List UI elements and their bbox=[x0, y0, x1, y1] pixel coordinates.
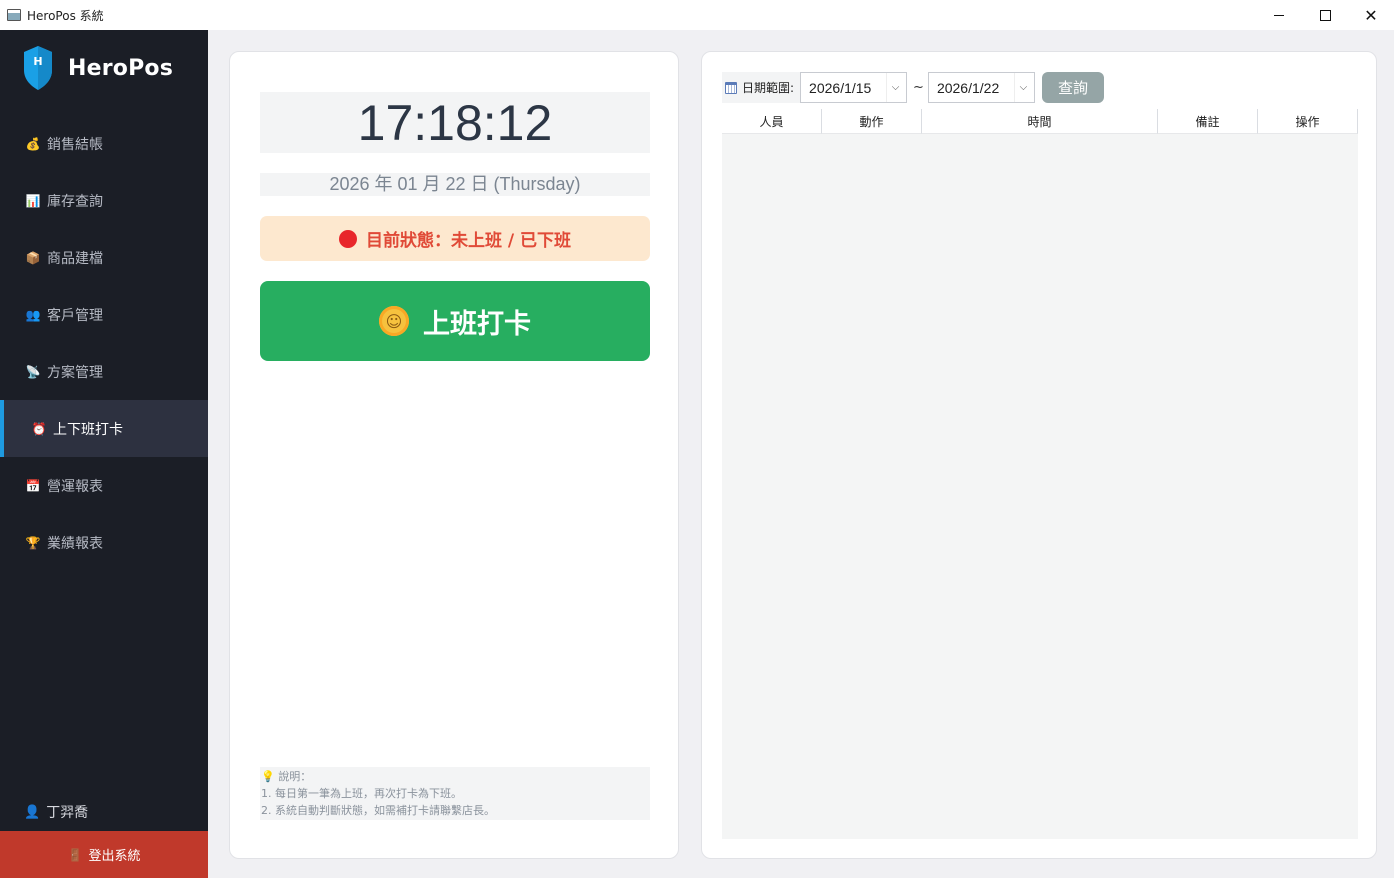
user-name: 丁羿喬 bbox=[46, 805, 89, 821]
end-date-value: 2026/1/22 bbox=[936, 79, 1000, 96]
sidebar-item-label: 方案管理 bbox=[47, 364, 103, 381]
date-filter: 日期範圍: 2026/1/15 ⌵ ~ 2026/1/22 ⌵ 查詢 bbox=[722, 72, 1104, 103]
satellite-icon: 📡 bbox=[25, 364, 41, 379]
brand: H HeroPos bbox=[22, 44, 173, 92]
start-date-picker[interactable]: 2026/1/15 ⌵ bbox=[800, 72, 908, 103]
maximize-button[interactable] bbox=[1302, 0, 1348, 30]
sidebar-item-label: 商品建檔 bbox=[47, 250, 103, 267]
date-range-label: 日期範圍: bbox=[722, 72, 801, 103]
column-header-operations[interactable]: 操作 bbox=[1258, 109, 1358, 134]
table-header: 人員 動作 時間 備註 操作 bbox=[722, 109, 1358, 134]
sidebar-item-label: 庫存查詢 bbox=[47, 193, 103, 210]
sidebar-item-label: 客戶管理 bbox=[47, 307, 103, 324]
date-separator: ~ bbox=[913, 80, 924, 95]
status-text: 目前狀態：未上班 / 已下班 bbox=[365, 231, 572, 251]
sidebar-item-plans[interactable]: 📡 方案管理 bbox=[0, 343, 208, 400]
sidebar-item-label: 上下班打卡 bbox=[53, 421, 123, 438]
app-icon bbox=[7, 9, 21, 21]
current-time: 17:18:12 bbox=[260, 92, 650, 153]
chart-icon: 📊 bbox=[25, 193, 41, 208]
clock-in-button[interactable]: ☺ 上班打卡 bbox=[260, 281, 650, 361]
date-range-text: 日期範圍: bbox=[742, 81, 795, 95]
sidebar-item-label: 業績報表 bbox=[47, 535, 103, 552]
user-icon: 👤 bbox=[24, 804, 41, 820]
trophy-icon: 🏆 bbox=[25, 535, 41, 550]
attendance-table: 人員 動作 時間 備註 操作 bbox=[722, 109, 1358, 839]
sidebar-nav: 💰 銷售結帳 📊 庫存查詢 📦 商品建檔 👥 客戶管理 📡 方案管理 ⏰ 上下班… bbox=[0, 115, 208, 571]
sidebar-item-products[interactable]: 📦 商品建檔 bbox=[0, 229, 208, 286]
people-icon: 👥 bbox=[25, 307, 41, 322]
close-button[interactable]: ✕ bbox=[1348, 0, 1394, 30]
sidebar-item-customers[interactable]: 👥 客戶管理 bbox=[0, 286, 208, 343]
records-panel: 日期範圍: 2026/1/15 ⌵ ~ 2026/1/22 ⌵ 查詢 人員 動作… bbox=[701, 51, 1377, 859]
logo-letter: H bbox=[33, 55, 42, 68]
logout-button[interactable]: 🚪 登出系統 bbox=[0, 831, 208, 878]
door-icon: 🚪 bbox=[67, 847, 83, 862]
minimize-button[interactable] bbox=[1256, 0, 1302, 30]
sidebar-item-label: 營運報表 bbox=[47, 478, 103, 495]
money-bag-icon: 💰 bbox=[25, 136, 41, 151]
sidebar-item-performance-report[interactable]: 🏆 業績報表 bbox=[0, 514, 208, 571]
red-circle-icon bbox=[338, 229, 357, 248]
sidebar-item-time-clock[interactable]: ⏰ 上下班打卡 bbox=[0, 400, 208, 457]
instructions-note: 💡 說明： 1. 每日第一筆為上班，再次打卡為下班。 2. 系統自動判斷狀態，如… bbox=[260, 767, 650, 820]
clock-panel: 17:18:12 2026 年 01 月 22 日 (Thursday) 目前狀… bbox=[229, 51, 679, 859]
status-banner: 目前狀態：未上班 / 已下班 bbox=[260, 216, 650, 261]
column-header-time[interactable]: 時間 bbox=[922, 109, 1158, 134]
sidebar-item-sales-checkout[interactable]: 💰 銷售結帳 bbox=[0, 115, 208, 172]
sidebar-item-label: 銷售結帳 bbox=[47, 136, 103, 153]
sidebar-item-operations-report[interactable]: 📅 營運報表 bbox=[0, 457, 208, 514]
sidebar: H HeroPos 💰 銷售結帳 📊 庫存查詢 📦 商品建檔 👥 客戶管理 📡 … bbox=[0, 30, 208, 878]
note-line-2: 2. 系統自動判斷狀態，如需補打卡請聯繫店長。 bbox=[261, 804, 495, 817]
clock-in-label: 上班打卡 bbox=[423, 308, 531, 340]
sun-face-icon: ☺ bbox=[379, 306, 409, 336]
note-line-1: 1. 每日第一筆為上班，再次打卡為下班。 bbox=[261, 787, 462, 800]
calendar-icon bbox=[725, 81, 737, 94]
package-icon: 📦 bbox=[25, 250, 41, 265]
window-titlebar: HeroPos 系統 ✕ bbox=[0, 0, 1394, 30]
chevron-down-icon[interactable]: ⌵ bbox=[886, 73, 904, 102]
shield-logo-icon: H bbox=[24, 46, 52, 90]
column-header-action[interactable]: 動作 bbox=[822, 109, 922, 134]
alarm-clock-icon: ⏰ bbox=[31, 421, 47, 436]
query-button[interactable]: 查詢 bbox=[1041, 72, 1104, 103]
brand-name: HeroPos bbox=[68, 55, 174, 81]
current-user: 👤 丁羿喬 bbox=[24, 802, 88, 822]
note-title: 💡 說明： bbox=[261, 770, 312, 783]
calendar-icon: 📅 bbox=[25, 478, 41, 493]
window-title: HeroPos 系統 bbox=[27, 8, 104, 23]
logout-label: 登出系統 bbox=[88, 849, 141, 864]
sidebar-item-inventory[interactable]: 📊 庫存查詢 bbox=[0, 172, 208, 229]
start-date-value: 2026/1/15 bbox=[809, 79, 872, 96]
column-header-remark[interactable]: 備註 bbox=[1158, 109, 1258, 134]
current-date: 2026 年 01 月 22 日 (Thursday) bbox=[260, 173, 650, 196]
column-header-staff[interactable]: 人員 bbox=[722, 109, 822, 134]
end-date-picker[interactable]: 2026/1/22 ⌵ bbox=[927, 72, 1035, 103]
window-controls: ✕ bbox=[1256, 0, 1394, 30]
chevron-down-icon[interactable]: ⌵ bbox=[1013, 73, 1032, 102]
